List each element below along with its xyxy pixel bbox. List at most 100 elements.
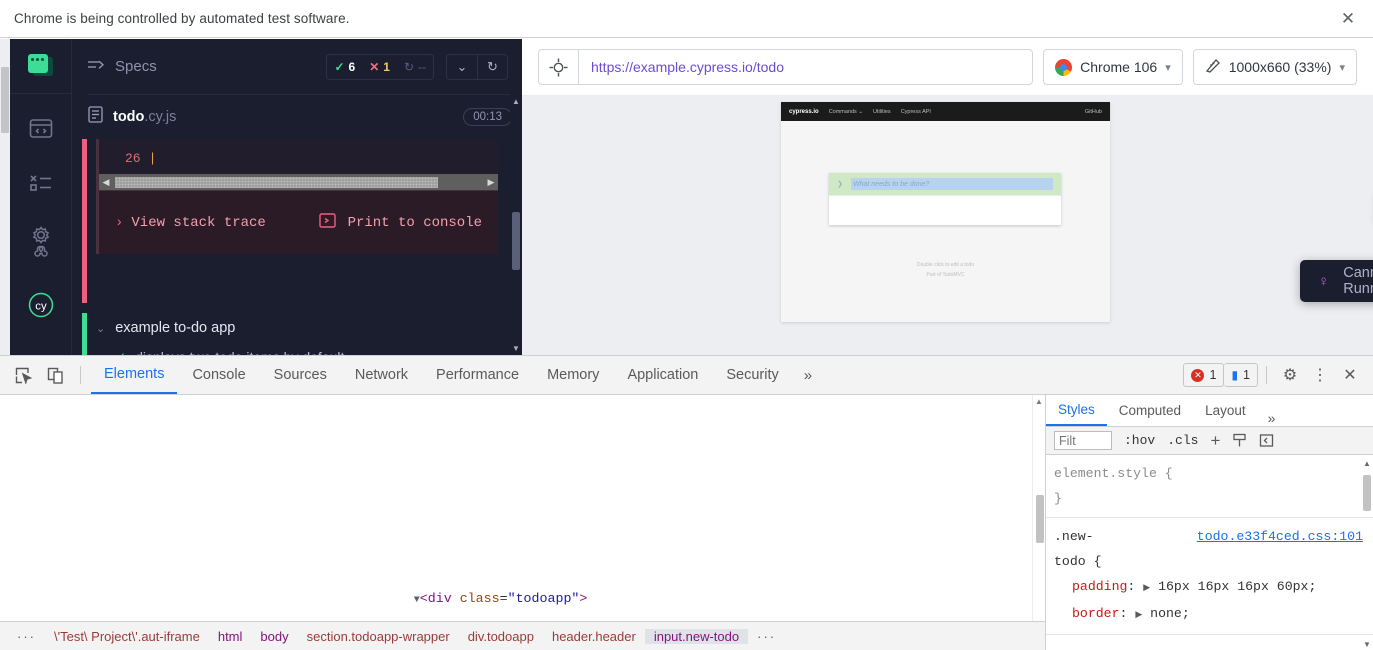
scroll-thumb[interactable] xyxy=(115,177,438,188)
toggle-sidebar-icon[interactable] xyxy=(1259,433,1274,448)
tab-styles[interactable]: Styles xyxy=(1046,395,1107,426)
scroll-up-icon[interactable]: ▲ xyxy=(510,94,522,108)
close-icon[interactable]: ✕ xyxy=(1335,6,1361,32)
aut-navbar: cypress.io Commands ⌄ Utilities Cypress … xyxy=(781,102,1110,121)
breadcrumb-item-body[interactable]: body xyxy=(251,629,297,644)
tab-computed[interactable]: Computed xyxy=(1107,395,1193,426)
breadcrumb-item-section[interactable]: section.todoapp-wrapper xyxy=(298,629,459,644)
breadcrumb-item-header[interactable]: header.header xyxy=(543,629,645,644)
runs-icon[interactable] xyxy=(28,170,54,196)
error-count-badge[interactable]: ✕ 1 xyxy=(1183,363,1224,387)
test-item[interactable]: ✓ displays two todo items by default xyxy=(116,343,514,355)
tab-sources[interactable]: Sources xyxy=(261,356,340,394)
scroll-up-icon[interactable]: ▲ xyxy=(1033,395,1045,408)
scroll-down-icon[interactable]: ▼ xyxy=(510,341,522,355)
element-state-icon[interactable] xyxy=(1232,433,1247,448)
kebab-menu-icon[interactable]: ⋮ xyxy=(1305,361,1335,389)
selector-playground-icon[interactable] xyxy=(538,49,578,85)
check-icon: ✓ xyxy=(334,60,344,74)
page-scrollbar-thumb[interactable] xyxy=(1,67,9,133)
error-accent-bar xyxy=(82,139,87,303)
tab-elements[interactable]: Elements xyxy=(91,356,177,394)
spec-file-row[interactable]: todo.cy.js 00:13 xyxy=(88,95,512,139)
tab-console[interactable]: Console xyxy=(179,356,258,394)
devtools-panel: Elements Console Sources Network Perform… xyxy=(0,355,1373,650)
style-prop-value[interactable]: none; xyxy=(1150,606,1190,621)
styles-filter-input[interactable] xyxy=(1054,431,1112,450)
tab-layout[interactable]: Layout xyxy=(1193,395,1258,426)
page-scrollbar[interactable] xyxy=(0,39,10,355)
print-to-console-button[interactable]: Print to console xyxy=(319,212,482,234)
svg-text:cy: cy xyxy=(35,301,47,313)
breadcrumb-item-html[interactable]: html xyxy=(209,629,252,644)
aut-nav-link[interactable]: Cypress API xyxy=(901,109,931,115)
code-horizontal-scrollbar[interactable]: ◀ ▶ xyxy=(99,174,498,190)
expand-shorthand-icon[interactable]: ▶ xyxy=(1135,610,1142,620)
dom-tree-scrollbar-thumb[interactable] xyxy=(1036,495,1044,543)
hov-toggle[interactable]: :hov xyxy=(1124,433,1155,448)
specs-icon[interactable] xyxy=(28,116,54,142)
style-declaration-border[interactable]: border: ▶ none; xyxy=(1054,601,1363,628)
dom-row[interactable]: <section class="todoapp-wrapper"> xyxy=(0,474,1045,484)
test-suite-row[interactable]: ⌄ example to-do app xyxy=(96,313,514,343)
scroll-left-icon[interactable]: ◀ xyxy=(99,177,113,188)
gear-icon[interactable]: ⚙ xyxy=(1275,361,1305,389)
cypress-app-logo-icon[interactable] xyxy=(10,39,71,94)
scroll-up-icon[interactable]: ▲ xyxy=(1361,459,1373,468)
close-devtools-icon[interactable]: ✕ xyxy=(1335,361,1365,389)
aut-footer-line2: Part of TodoMVC xyxy=(781,271,1110,281)
style-declaration-padding[interactable]: padding: ▶ 16px 16px 16px 60px; xyxy=(1054,574,1363,601)
aut-url-text[interactable]: https://example.cypress.io/todo xyxy=(578,49,1033,85)
specs-button[interactable]: Specs xyxy=(88,58,157,75)
scroll-right-icon[interactable]: ▶ xyxy=(484,177,498,188)
spec-file-base: todo xyxy=(113,109,144,125)
styles-scrollbar-thumb[interactable] xyxy=(1363,475,1371,511)
viewport-selector[interactable]: 1000x660 (33%) ▾ xyxy=(1193,49,1357,85)
tab-performance[interactable]: Performance xyxy=(423,356,532,394)
breadcrumb-item-div[interactable]: div.todoapp xyxy=(459,629,543,644)
toggle-all-icon[interactable]: ❯ xyxy=(829,180,851,188)
dom-tree-scrollbar[interactable]: ▲ ▼ xyxy=(1032,395,1045,650)
styles-scrollbar[interactable]: ▲ ▼ xyxy=(1361,457,1373,650)
tab-memory[interactable]: Memory xyxy=(534,356,612,394)
dom-row[interactable]: ▼<div class="todoapp"> xyxy=(0,560,1045,586)
style-rule-new-todo[interactable]: todo.e33f4ced.css:101 .new- todo { paddi… xyxy=(1046,518,1373,635)
breadcrumb-item-input[interactable]: input.new-todo xyxy=(645,629,748,644)
reload-icon[interactable]: ↻ xyxy=(477,55,507,79)
view-stack-trace-label: View stack trace xyxy=(131,215,265,231)
tab-network[interactable]: Network xyxy=(342,356,421,394)
cypress-runner-area: cy Specs xyxy=(0,39,1373,355)
style-rule-source-link[interactable]: todo.e33f4ced.css:101 xyxy=(1197,524,1363,549)
aut-nav-link[interactable]: Utilities xyxy=(873,109,891,115)
code-line: 26| xyxy=(99,147,498,174)
new-todo-row[interactable]: ❯ What needs to be done? xyxy=(829,173,1061,195)
tab-application[interactable]: Application xyxy=(614,356,711,394)
chevron-down-icon[interactable]: ⌄ xyxy=(447,55,477,79)
settings-icon[interactable] xyxy=(28,224,54,264)
message-count-badge[interactable]: ▮ 1 xyxy=(1224,363,1258,387)
style-rule-element-style[interactable]: element.style { } xyxy=(1046,455,1373,518)
new-style-rule-icon[interactable]: + xyxy=(1210,431,1220,451)
browser-selector[interactable]: Chrome 106 ▾ xyxy=(1043,49,1183,85)
breadcrumb-overflow-left[interactable]: ··· xyxy=(8,629,45,644)
device-toolbar-icon[interactable] xyxy=(40,361,70,389)
view-stack-trace-button[interactable]: › View stack trace xyxy=(115,215,266,231)
inspect-element-icon[interactable] xyxy=(8,361,38,389)
reporter-scrollbar-thumb[interactable] xyxy=(512,212,520,270)
aut-github-link[interactable]: GitHub xyxy=(1085,109,1102,115)
more-tabs-icon[interactable]: » xyxy=(794,367,822,384)
breadcrumb-overflow-right[interactable]: ··· xyxy=(748,629,785,644)
more-tabs-icon[interactable]: » xyxy=(1258,410,1286,426)
scroll-track-remainder[interactable] xyxy=(442,177,482,188)
reporter-scrollbar[interactable]: ▲ ▼ xyxy=(510,94,522,355)
expand-shorthand-icon[interactable]: ▶ xyxy=(1143,583,1150,593)
cypress-logo-icon[interactable]: cy xyxy=(28,292,54,318)
style-prop-value[interactable]: 16px 16px 16px 60px; xyxy=(1158,579,1316,594)
tab-security[interactable]: Security xyxy=(713,356,791,394)
aut-nav-link[interactable]: Commands ⌄ xyxy=(829,109,863,115)
breadcrumb-item-aut-iframe[interactable]: \'Test\ Project\'.aut-iframe xyxy=(45,629,209,644)
scroll-down-icon[interactable]: ▼ xyxy=(1361,640,1373,649)
print-to-console-label: Print to console xyxy=(348,215,482,231)
dom-tree: <section class="todoapp-wrapper"> ▼<div … xyxy=(0,395,1045,650)
cls-toggle[interactable]: .cls xyxy=(1167,433,1198,448)
